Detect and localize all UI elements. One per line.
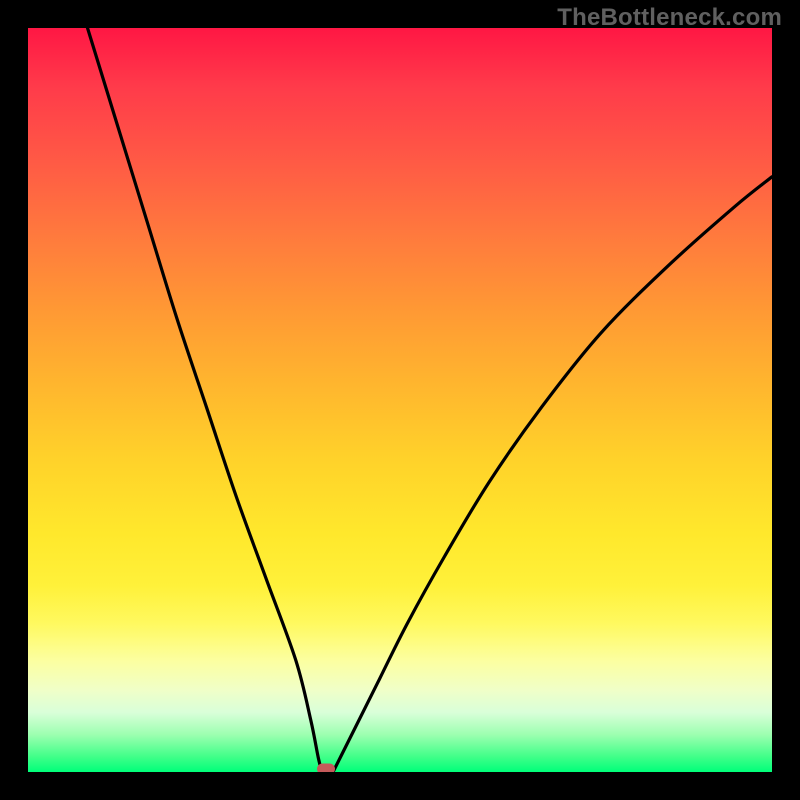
optimal-point-marker bbox=[317, 764, 335, 773]
bottleneck-curve bbox=[28, 28, 772, 772]
chart-frame: TheBottleneck.com bbox=[0, 0, 800, 800]
watermark-text: TheBottleneck.com bbox=[557, 4, 782, 32]
plot-area bbox=[28, 28, 772, 772]
